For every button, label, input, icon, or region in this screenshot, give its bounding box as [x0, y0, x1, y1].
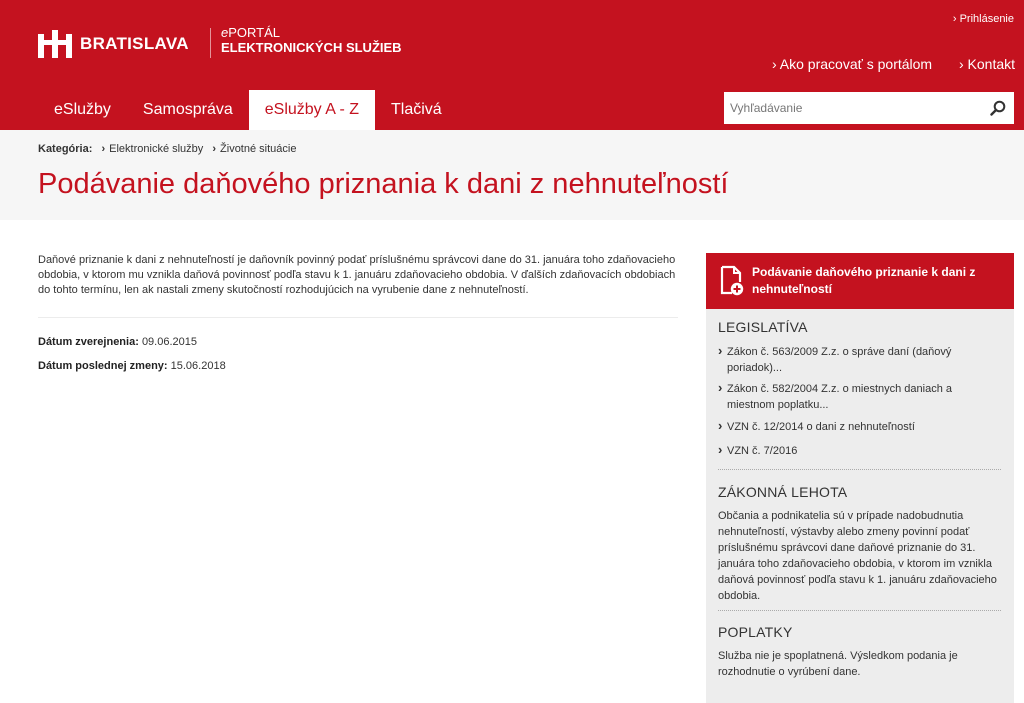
- legislation-link-582-2004[interactable]: Zákon č. 582/2004 Z.z. o miestnych dania…: [718, 380, 998, 413]
- changed-value: 15.06.2018: [170, 360, 226, 372]
- fees-text: Služba nie je spoplatnená. Výsledkom pod…: [718, 650, 958, 678]
- deadline-heading: ZÁKONNÁ LEHOTA: [718, 484, 848, 500]
- published-date: Dátum zverejnenia: 09.06.2015: [38, 336, 197, 348]
- breadcrumb-item-elektronicke-sluzby[interactable]: Elektronické služby: [95, 143, 203, 155]
- eportal-subtitle: ELEKTRONICKÝCH SLUŽIEB: [221, 40, 402, 55]
- changed-label: Dátum poslednej zmeny:: [38, 360, 168, 372]
- published-value: 09.06.2015: [141, 336, 197, 348]
- contact-link[interactable]: › Kontakt: [959, 56, 1015, 72]
- nav-tab-esluzby[interactable]: eSlužby: [38, 90, 127, 130]
- legislation-link-563-2009[interactable]: Zákon č. 563/2009 Z.z. o správe daní (da…: [718, 343, 998, 376]
- fees-heading: POPLATKY: [718, 624, 793, 640]
- search-input[interactable]: [724, 92, 974, 124]
- bratislava-crest-icon: [38, 30, 72, 58]
- deadline-text: Občania a podnikatelia sú v prípade nado…: [718, 510, 997, 602]
- legislation-heading: LEGISLATÍVA: [718, 319, 808, 335]
- service-link-text: Podávanie daňového priznanie k dani z ne…: [752, 265, 976, 296]
- search-icon[interactable]: [990, 100, 1006, 116]
- site-header: BRATISLAVA ePORTÁL ELEKTRONICKÝCH SLUŽIE…: [0, 0, 1024, 130]
- login-link[interactable]: › Prihlásenie: [953, 13, 1014, 25]
- main-navigation: eSlužby Samospráva eSlužby A - Z Tlačivá: [38, 90, 458, 130]
- legislation-link-vzn-7-2016[interactable]: VZN č. 7/2016: [718, 442, 998, 459]
- breadcrumb: Kategória: Elektronické služby Životné s…: [38, 143, 296, 155]
- brand-name: BRATISLAVA: [80, 34, 189, 53]
- page-title: Podávanie daňového priznania k dani z ne…: [38, 168, 729, 200]
- bratislava-logo[interactable]: BRATISLAVA: [38, 30, 189, 58]
- eportal-title[interactable]: ePORTÁL ELEKTRONICKÝCH SLUŽIEB: [221, 25, 402, 55]
- section-divider: [718, 610, 1001, 611]
- nav-tab-esluzby-a-z[interactable]: eSlužby A - Z: [248, 90, 376, 130]
- sidebar: Podávanie daňového priznanie k dani z ne…: [706, 253, 1014, 703]
- published-label: Dátum zverejnenia:: [38, 336, 139, 348]
- nav-tab-samosprava[interactable]: Samospráva: [127, 90, 249, 130]
- how-to-link[interactable]: › Ako pracovať s portálom: [772, 56, 932, 72]
- title-area: Kategória: Elektronické služby Životné s…: [0, 130, 1024, 220]
- legislation-link-vzn-12-2014[interactable]: VZN č. 12/2014 o dani z nehnuteľností: [718, 418, 998, 435]
- last-change-date: Dátum poslednej zmeny: 15.06.2018: [38, 360, 226, 372]
- nav-tab-tlaciva[interactable]: Tlačivá: [375, 90, 458, 130]
- breadcrumb-label: Kategória:: [38, 143, 93, 155]
- service-description: Daňové priznanie k dani z nehnuteľností …: [38, 254, 676, 296]
- search-box: [724, 92, 1014, 124]
- content-divider: [38, 317, 678, 318]
- logo-divider: [210, 28, 211, 58]
- section-divider: [718, 469, 1001, 470]
- service-link-box[interactable]: Podávanie daňového priznanie k dani z ne…: [706, 253, 1014, 309]
- document-add-icon: [720, 265, 744, 296]
- eportal-word: PORTÁL: [228, 25, 281, 40]
- breadcrumb-item-zivotne-situacie[interactable]: Životné situácie: [206, 143, 296, 155]
